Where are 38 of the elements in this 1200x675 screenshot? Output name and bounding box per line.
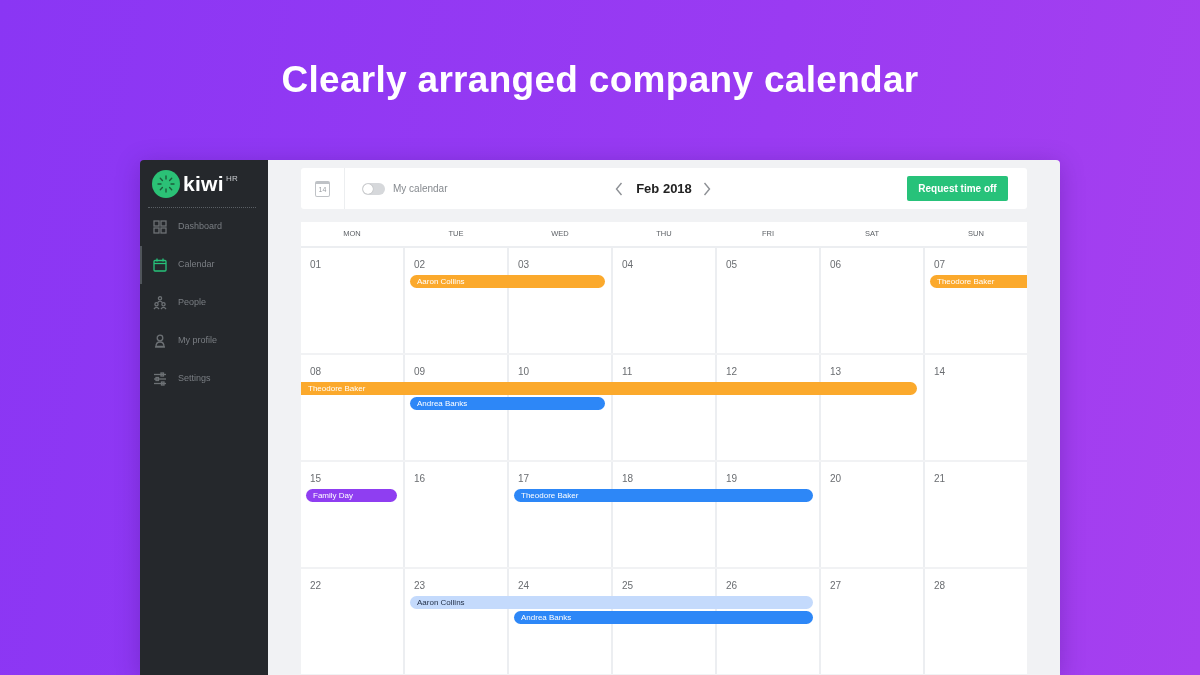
event-bar[interactable]: Family Day: [306, 489, 397, 502]
event-bar[interactable]: Theodore Baker: [301, 382, 917, 395]
day-cell: 14: [925, 355, 1027, 460]
person-icon: [153, 334, 167, 348]
sidebar-item[interactable]: My profile: [140, 322, 268, 360]
sidebar-item[interactable]: Dashboard: [140, 208, 268, 246]
day-cell: 01: [301, 248, 403, 353]
month-label: Feb 2018: [636, 179, 692, 198]
event-bar[interactable]: Theodore Baker: [514, 489, 813, 502]
event-bar[interactable]: Andrea Banks: [410, 397, 605, 410]
day-cell: 06: [821, 248, 923, 353]
day-cell: 22: [301, 569, 403, 674]
grid-icon: [153, 220, 167, 234]
toggle-switch[interactable]: [362, 182, 385, 195]
chevron-left-icon: [615, 181, 624, 196]
day-cell: 04: [613, 248, 715, 353]
calendar-icon: [153, 258, 167, 272]
next-month-button[interactable]: [702, 181, 713, 196]
chevron-right-icon: [702, 181, 711, 196]
event-bar[interactable]: Aaron Collins: [410, 596, 813, 609]
day-cell: 28: [925, 569, 1027, 674]
people-icon: [153, 296, 167, 310]
event-bar[interactable]: Andrea Banks: [514, 611, 813, 624]
day-cell: 05: [717, 248, 819, 353]
toggle-label: My calendar: [393, 182, 448, 196]
kiwi-slice-icon: [152, 169, 180, 198]
day-cell: 20: [821, 462, 923, 567]
sliders-icon: [153, 372, 167, 386]
sidebar-item[interactable]: Settings: [140, 360, 268, 398]
day-cell: 16: [405, 462, 507, 567]
event-bar[interactable]: Aaron Collins: [410, 275, 605, 288]
event-bar[interactable]: Theodore Baker: [930, 275, 1027, 288]
headline: Clearly arranged company calendar: [281, 58, 919, 102]
request-time-off-button[interactable]: Request time off: [907, 176, 1008, 201]
logo-wordmark: kiwi$^{HR}$: [183, 173, 239, 194]
day-cell: 27: [821, 569, 923, 674]
sidebar-item[interactable]: People: [140, 284, 268, 322]
day-cell: 21: [925, 462, 1027, 567]
